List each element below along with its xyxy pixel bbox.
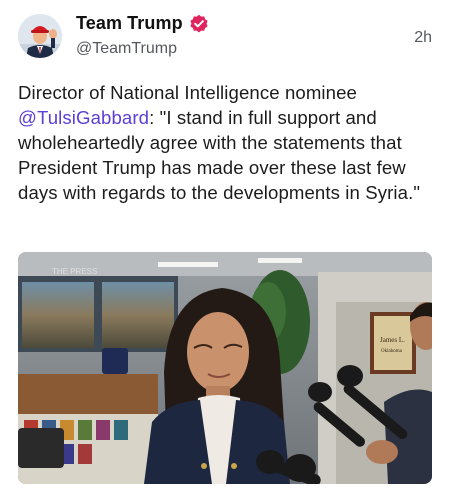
post-timestamp[interactable]: 2h <box>414 29 432 47</box>
author-name-row[interactable]: Team Trump <box>76 13 209 34</box>
post-card[interactable]: Team Trump @TeamTrump 2h Director of Nat… <box>0 0 450 500</box>
mention-link[interactable]: @TulsiGabbard <box>18 107 149 128</box>
author-display-name[interactable]: Team Trump <box>76 13 183 34</box>
author-avatar[interactable] <box>18 14 62 58</box>
verified-badge-icon <box>189 14 209 34</box>
plaque-text: James L. <box>380 336 405 344</box>
press-photo-icon: THE PRESS James L. Oklahoma <box>18 252 432 484</box>
post-media-photo[interactable]: THE PRESS James L. Oklahoma <box>18 252 432 484</box>
post-text-intro: Director of National Intelligence nomine… <box>18 82 357 103</box>
plaque-subtext: Oklahoma <box>381 349 403 354</box>
post-body: Director of National Intelligence nomine… <box>18 80 432 205</box>
background-sign-text: THE PRESS <box>52 267 97 276</box>
author-handle[interactable]: @TeamTrump <box>76 40 177 58</box>
profile-photo-icon <box>18 14 62 58</box>
